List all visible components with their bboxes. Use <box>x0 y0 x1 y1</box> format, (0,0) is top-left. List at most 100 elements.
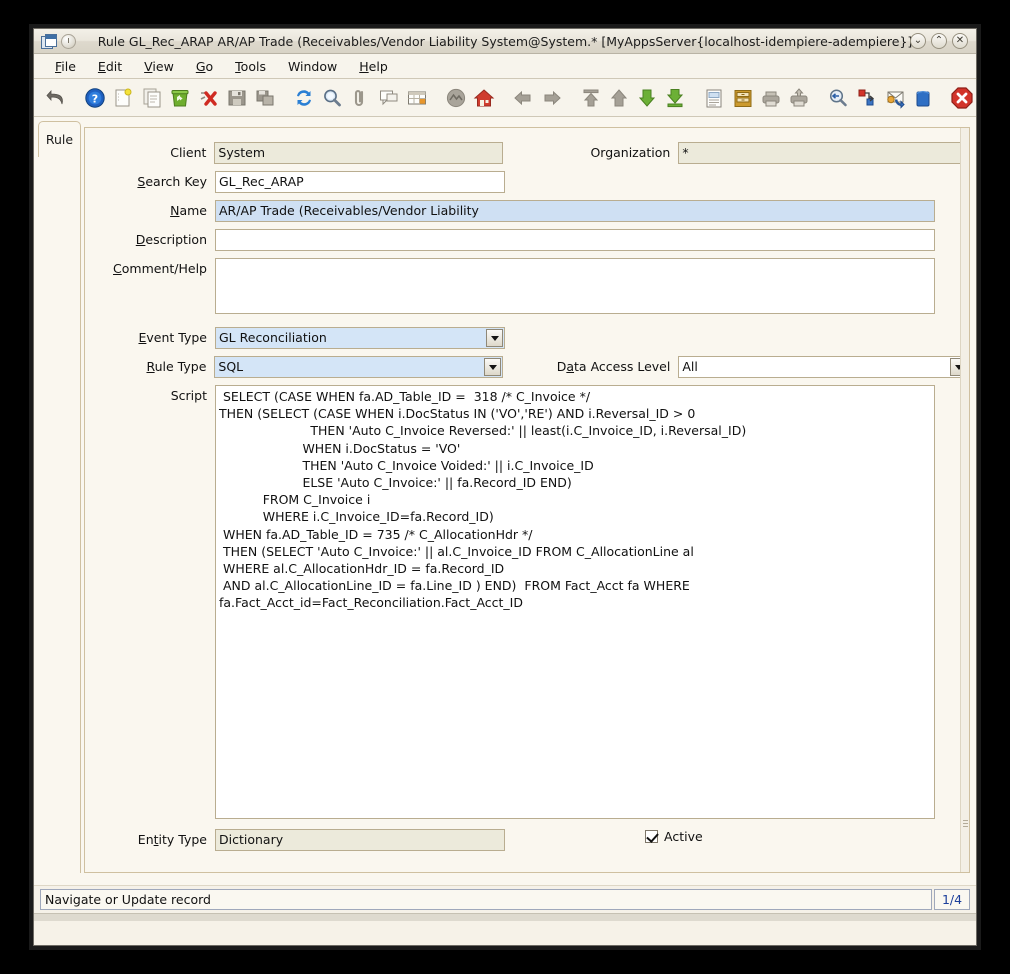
previous-record-icon[interactable] <box>511 84 535 111</box>
rule-type-value: SQL <box>218 359 243 374</box>
record-count: 1/4 <box>934 889 970 910</box>
window-title: Rule GL_Rec_ARAP AR/AP Trade (Receivable… <box>34 34 976 49</box>
menu-item-help[interactable]: Help <box>348 57 399 76</box>
save-create-new-icon[interactable] <box>253 84 277 111</box>
active-checkbox-group[interactable]: Active <box>645 829 703 844</box>
data-access-level-value: All <box>682 359 698 374</box>
content-area: Rule Client System Organization * Search… <box>34 117 976 885</box>
svg-text:?: ? <box>92 92 98 105</box>
description-field[interactable] <box>215 229 935 251</box>
refresh-icon[interactable] <box>292 84 316 111</box>
organization-field[interactable]: * <box>678 142 969 164</box>
label-script: Script <box>85 385 207 403</box>
label-rule-type: Rule Type <box>85 356 206 374</box>
name-field[interactable]: AR/AP Trade (Receivables/Vendor Liabilit… <box>215 200 935 222</box>
copy-record-icon[interactable] <box>140 84 164 111</box>
menu-item-view[interactable]: View <box>133 57 185 76</box>
label-event-type: Event Type <box>85 327 207 345</box>
window-menu-icon[interactable] <box>61 34 76 49</box>
label-comment-help: Comment/Help <box>85 258 207 276</box>
archive-icon[interactable] <box>731 84 755 111</box>
grid-toggle-icon[interactable] <box>405 84 429 111</box>
attachment-icon[interactable] <box>348 84 372 111</box>
tab-strip: Rule <box>34 117 84 885</box>
minimize-button[interactable]: ⌄ <box>910 33 926 49</box>
last-record-icon[interactable] <box>663 84 687 111</box>
chat-icon[interactable] <box>376 84 400 111</box>
print-preview-icon[interactable] <box>759 84 783 111</box>
rule-type-combo[interactable]: SQL <box>214 356 503 378</box>
previous-page-icon[interactable] <box>607 84 631 111</box>
row-rule-type: Rule Type SQL Data Access Level All <box>85 356 969 378</box>
history-icon[interactable] <box>444 84 468 111</box>
help-icon[interactable]: ? <box>83 84 107 111</box>
row-script: Script SELECT (CASE WHEN fa.AD_Table_ID … <box>85 385 969 819</box>
event-type-value: GL Reconciliation <box>219 330 327 345</box>
event-type-combo[interactable]: GL Reconciliation <box>215 327 505 349</box>
menu-item-window[interactable]: Window <box>277 57 348 76</box>
window-bottom-strip <box>34 913 976 921</box>
row-search-key: Search Key GL_Rec_ARAP <box>85 171 969 193</box>
row-event-type: Event Type GL Reconciliation <box>85 327 969 349</box>
label-client: Client <box>85 142 206 160</box>
scrollbar-grip[interactable] <box>963 818 968 832</box>
label-description: Description <box>85 229 207 247</box>
rule-form-panel: Client System Organization * Search Key … <box>84 127 970 873</box>
search-key-field[interactable]: GL_Rec_ARAP <box>215 171 505 193</box>
window-titlebar[interactable]: Rule GL_Rec_ARAP AR/AP Trade (Receivable… <box>34 29 976 54</box>
label-organization: Organization <box>521 142 670 160</box>
label-name: Name <box>85 200 207 218</box>
panel-scrollbar[interactable] <box>960 128 969 872</box>
close-button[interactable]: ✕ <box>952 33 968 49</box>
script-field[interactable]: SELECT (CASE WHEN fa.AD_Table_ID = 318 /… <box>215 385 935 819</box>
titlebar-buttons: ⌄ ⌃ ✕ <box>910 33 976 49</box>
undo-icon[interactable] <box>44 84 68 111</box>
row-name: Name AR/AP Trade (Receivables/Vendor Lia… <box>85 200 969 222</box>
home-icon[interactable] <box>472 84 496 111</box>
titlebar-left-icons <box>34 34 76 49</box>
next-page-icon[interactable] <box>635 84 659 111</box>
row-comment-help: Comment/Help <box>85 258 969 314</box>
data-access-level-combo[interactable]: All <box>678 356 969 378</box>
label-entity-type: Entity Type <box>85 829 207 847</box>
active-label: Active <box>664 829 703 844</box>
desktop-background: Rule GL_Rec_ARAP AR/AP Trade (Receivable… <box>0 0 1010 974</box>
active-workflow-icon[interactable] <box>854 84 878 111</box>
entity-type-field[interactable]: Dictionary <box>215 829 505 851</box>
menu-item-tools[interactable]: Tools <box>224 57 277 76</box>
status-bar: Navigate or Update record 1/4 <box>34 885 976 913</box>
report-icon[interactable] <box>702 84 726 111</box>
menu-item-go[interactable]: Go <box>185 57 224 76</box>
request-icon[interactable] <box>883 84 907 111</box>
chevron-down-icon[interactable] <box>484 358 501 376</box>
zoom-across-icon[interactable] <box>826 84 850 111</box>
chevron-down-icon[interactable] <box>486 329 503 347</box>
label-data-access-level: Data Access Level <box>521 356 670 374</box>
row-client-organization: Client System Organization * <box>85 142 969 164</box>
save-icon[interactable] <box>224 84 248 111</box>
new-record-icon[interactable] <box>111 84 135 111</box>
exit-icon[interactable] <box>950 84 974 111</box>
delete-selection-icon[interactable] <box>196 84 220 111</box>
next-record-icon[interactable] <box>539 84 563 111</box>
label-search-key: Search Key <box>85 171 207 189</box>
print-icon[interactable] <box>787 84 811 111</box>
first-record-icon[interactable] <box>578 84 602 111</box>
client-field[interactable]: System <box>214 142 503 164</box>
comment-help-field[interactable] <box>215 258 935 314</box>
window-document-icon <box>41 34 56 49</box>
delete-record-icon[interactable] <box>168 84 192 111</box>
status-message: Navigate or Update record <box>40 889 932 910</box>
row-entity-type: Entity Type Dictionary Active <box>85 829 969 851</box>
row-description: Description <box>85 229 969 251</box>
menu-item-edit[interactable]: Edit <box>87 57 133 76</box>
toolbar: ? <box>34 79 976 117</box>
find-icon[interactable] <box>320 84 344 111</box>
maximize-button[interactable]: ⌃ <box>931 33 947 49</box>
product-info-icon[interactable] <box>911 84 935 111</box>
application-window: Rule GL_Rec_ARAP AR/AP Trade (Receivable… <box>33 28 977 946</box>
tab-rule[interactable]: Rule <box>38 121 81 157</box>
menu-item-file[interactable]: File <box>44 57 87 76</box>
active-checkbox[interactable] <box>645 830 658 843</box>
menu-bar: File Edit View Go Tools Window Help <box>34 54 976 79</box>
